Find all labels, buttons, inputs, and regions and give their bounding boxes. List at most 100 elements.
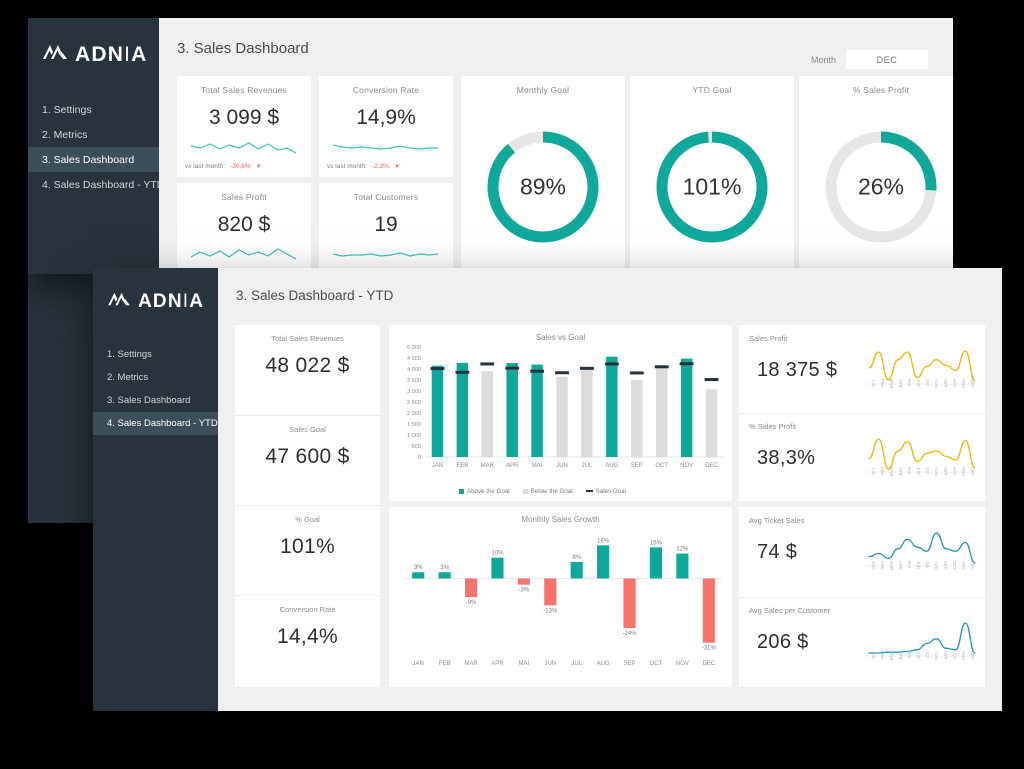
window2-page-title: 3. Sales Dashboard - YTD bbox=[236, 288, 394, 303]
mini-month-labels: JAN FEB MAR APR MAI JUN JUL AUG SEP OCT NOV DEC bbox=[867, 379, 975, 388]
sidebar-item-settings[interactable]: 1. Settings bbox=[93, 343, 218, 366]
month-label: AUG bbox=[934, 467, 939, 477]
legend-below-goal: Below the Goal bbox=[522, 488, 573, 495]
svg-text:-24%: -24% bbox=[623, 631, 638, 637]
screenshot-stage: ADNIA 1. Settings 2. Metrics 3. Sales Da… bbox=[0, 0, 1024, 769]
month-label: JAN bbox=[871, 467, 876, 475]
svg-text:10%: 10% bbox=[491, 551, 504, 557]
svg-text:3%: 3% bbox=[440, 565, 449, 571]
month-label: MAI bbox=[907, 379, 912, 387]
svg-text:1 500: 1 500 bbox=[407, 422, 421, 428]
month-label: JUN bbox=[916, 651, 921, 660]
sidebar-item-metrics[interactable]: 2. Metrics bbox=[93, 366, 218, 389]
adnia-logo-mark-icon bbox=[42, 42, 68, 67]
svg-text:15%: 15% bbox=[650, 540, 663, 546]
window1-sidebar: ADNIA 1. Settings 2. Metrics 3. Sales Da… bbox=[28, 18, 164, 274]
month-label: JUL bbox=[925, 651, 930, 659]
svg-text:JUL: JUL bbox=[582, 463, 593, 469]
month-label: OCT bbox=[952, 379, 957, 388]
brand-name: ADNIA bbox=[138, 290, 205, 312]
kpi-vs-label: vs last month: bbox=[185, 163, 226, 170]
mini-panel-avg-sales-per-customer: Avg Sales per Customer 206 $ JAN FEB MAR AP… bbox=[739, 597, 985, 687]
month-label: APR bbox=[898, 467, 903, 476]
brand-name: ADNIA bbox=[75, 42, 148, 66]
svg-text:MAI: MAI bbox=[532, 463, 543, 469]
month-label: OCT bbox=[952, 561, 957, 570]
mini-month-labels: JAN FEB MAR APR MAI JUN JUL AUG SEP OCT NOV DEC bbox=[867, 561, 975, 570]
window2-nav: 1. Settings 2. Metrics 3. Sales Dashboar… bbox=[93, 343, 218, 435]
month-label: SEP bbox=[943, 379, 948, 388]
sparkline-total-customers bbox=[333, 252, 439, 257]
month-filter-value[interactable]: DEC bbox=[846, 50, 928, 69]
month-label: MAI bbox=[907, 467, 912, 475]
sidebar-item-settings[interactable]: 1. Settings bbox=[28, 97, 159, 122]
svg-text:FEB: FEB bbox=[439, 661, 451, 667]
kpi-value: 47 600 $ bbox=[265, 445, 350, 468]
sidebar-item-sales-dashboard[interactable]: 3. Sales Dashboard bbox=[93, 389, 218, 412]
sparkline-conversion-rate bbox=[333, 144, 438, 150]
donut-card-pct-sales-profit: % Sales Profit 26% bbox=[799, 76, 953, 274]
sidebar-item-sales-dashboard-ytd[interactable]: 4. Sales Dashboard - YTD bbox=[93, 412, 218, 435]
month-label: FEB bbox=[880, 651, 885, 660]
mini-value: 18 375 $ bbox=[757, 359, 838, 381]
kpi-title: Sales Goal bbox=[289, 425, 326, 434]
svg-text:SEP: SEP bbox=[631, 463, 643, 469]
mini-panel-avg-ticket-sales: Avg Ticket Sales 74 $ JAN FEB MAR APR MAI JUN… bbox=[739, 507, 985, 597]
kpi-value: 820 $ bbox=[217, 213, 271, 236]
month-label: NOV bbox=[961, 467, 966, 477]
kpi-title: Conversion Rate bbox=[352, 85, 420, 95]
month-label: JAN bbox=[871, 561, 876, 569]
month-label: MAR bbox=[889, 651, 894, 661]
sidebar-item-metrics[interactable]: 2. Metrics bbox=[28, 122, 159, 147]
month-label: APR bbox=[898, 379, 903, 388]
month-label: APR bbox=[898, 561, 903, 570]
svg-text:NOV: NOV bbox=[680, 463, 693, 469]
month-label: JUN bbox=[916, 561, 921, 570]
donut-card-ytd-goal: YTD Goal 101% bbox=[630, 76, 794, 274]
svg-text:2 500: 2 500 bbox=[407, 400, 421, 406]
kpi-value: 101% bbox=[280, 535, 335, 558]
month-filter[interactable]: Month DEC bbox=[811, 50, 928, 69]
kpi-value: 14,9% bbox=[356, 106, 416, 129]
svg-text:-31%: -31% bbox=[702, 646, 717, 652]
donut-value: 89% bbox=[519, 173, 567, 200]
kpi-title: Total Sales Revenues bbox=[200, 85, 288, 95]
sparkline-sales-profit bbox=[191, 248, 297, 260]
chart-monthly-sales-growth-plot: 3% JAN 3% FEB -9% MAR 10% APR -3% MAI -13% JUN 8% JUL… bbox=[389, 523, 732, 678]
svg-text:3%: 3% bbox=[414, 565, 423, 571]
month-label: DEC bbox=[970, 467, 975, 476]
svg-text:AUG: AUG bbox=[597, 661, 610, 667]
legend-above-goal: Above the Goal bbox=[459, 488, 510, 495]
donut-monthly-goal: 89% bbox=[461, 107, 625, 267]
sidebar-item-sales-dashboard-ytd[interactable]: 4. Sales Dashboard - YTD bbox=[28, 172, 164, 197]
ytd-kpi-conversion-rate: Conversion Rate 14,4% bbox=[235, 595, 380, 685]
svg-text:3 500: 3 500 bbox=[407, 378, 421, 384]
month-label: FEB bbox=[880, 561, 885, 570]
mini-panel-sales-profit: Sales Profit 18 375 $ JAN FEB MAR APR MAI JUN… bbox=[739, 325, 985, 413]
donut-title: YTD Goal bbox=[692, 85, 732, 95]
donut-value: 26% bbox=[857, 173, 905, 200]
svg-text:JAN: JAN bbox=[432, 463, 443, 469]
mini-value: 74 $ bbox=[757, 541, 798, 563]
month-label: AUG bbox=[934, 651, 939, 661]
svg-text:16%: 16% bbox=[597, 538, 610, 544]
month-label: SEP bbox=[943, 561, 948, 570]
svg-text:-9%: -9% bbox=[466, 600, 477, 606]
month-label: FEB bbox=[880, 467, 885, 476]
svg-text:MAR: MAR bbox=[481, 463, 495, 469]
month-label: NOV bbox=[961, 651, 966, 661]
kpi-card-conversion-rate: Conversion Rate 14,9% vs last month: -2,… bbox=[319, 76, 453, 177]
kpi-title: % Goal bbox=[295, 515, 320, 524]
chart-title-monthly-sales-growth: Monthly Sales Growth bbox=[521, 515, 600, 524]
month-label: OCT bbox=[952, 651, 957, 660]
svg-text:APR: APR bbox=[506, 463, 519, 469]
donut-card-monthly-goal: Monthly Goal 89% bbox=[461, 76, 625, 274]
month-label: JUL bbox=[925, 379, 930, 387]
adnia-logo-mark-icon bbox=[107, 290, 131, 313]
svg-text:JAN: JAN bbox=[413, 661, 424, 667]
month-label: APR bbox=[898, 651, 903, 660]
sidebar-item-sales-dashboard[interactable]: 3. Sales Dashboard bbox=[28, 147, 159, 172]
mini-panel-pct-sales-profit: % Sales Profit 38,3% JAN FEB MAR APR MAI JUN J… bbox=[739, 413, 985, 501]
month-label: SEP bbox=[943, 651, 948, 660]
mini-title: % Sales Profit bbox=[749, 422, 797, 431]
